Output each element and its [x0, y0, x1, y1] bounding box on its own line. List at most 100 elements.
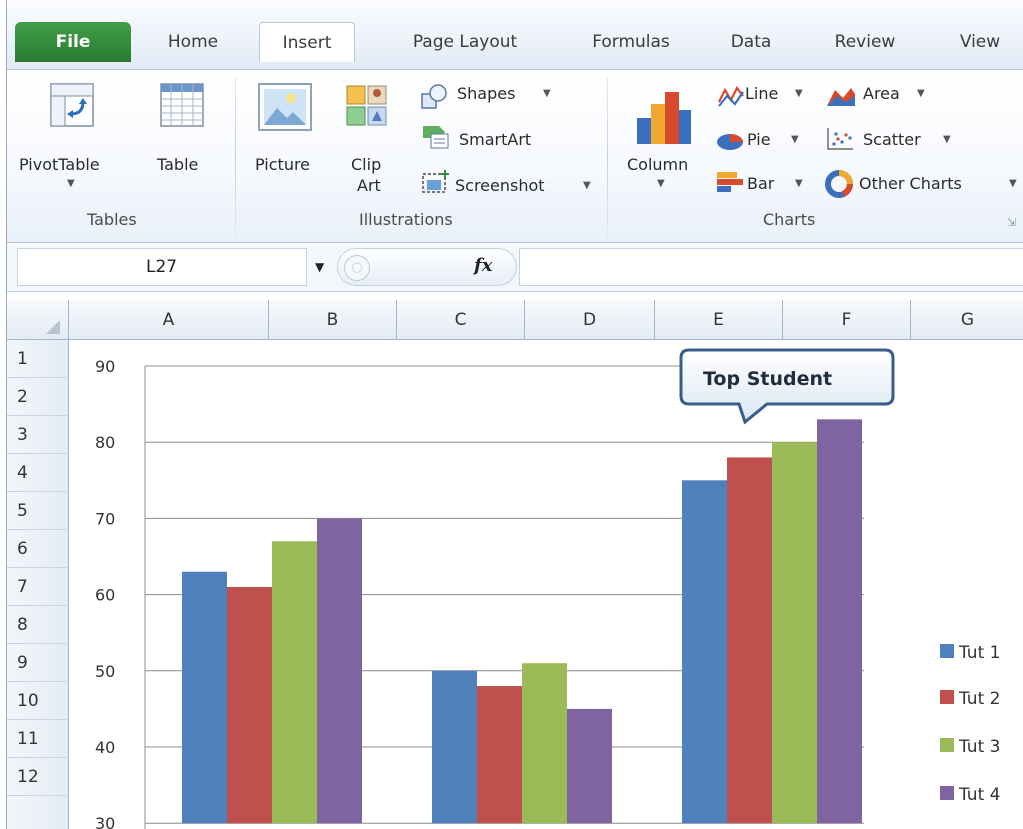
- column-header-g[interactable]: G: [911, 300, 1023, 340]
- smartart-label: SmartArt: [459, 130, 532, 149]
- other-charts-label: Other Charts: [859, 174, 962, 193]
- column-chart-label: Column: [627, 155, 689, 174]
- other-charts-icon: [825, 170, 853, 198]
- legend-swatch-tut-2: [940, 690, 954, 704]
- row-header-11[interactable]: 11: [7, 720, 69, 758]
- tab-formulas[interactable]: Formulas: [575, 22, 687, 62]
- row-header-8[interactable]: 8: [7, 606, 69, 644]
- pie-chart-icon: [717, 134, 743, 150]
- column-header-f[interactable]: F: [783, 300, 911, 340]
- column-chart-icon: [637, 92, 691, 144]
- y-tick-label: 40: [95, 738, 115, 757]
- bar-tut-3-group-3[interactable]: [772, 442, 817, 824]
- smartart-icon: [423, 126, 449, 149]
- clip-art-label-line2: Art: [357, 176, 381, 195]
- line-chart-icon: [718, 85, 744, 107]
- y-tick-label: 60: [95, 586, 115, 605]
- line-chart-label: Line: [745, 84, 779, 103]
- column-header-b[interactable]: B: [269, 300, 397, 340]
- bar-tut-2-group-2[interactable]: [477, 686, 522, 824]
- bar-chart-label: Bar: [747, 174, 775, 193]
- shapes-label: Shapes: [457, 84, 516, 103]
- row-header-5[interactable]: 5: [7, 492, 69, 530]
- legend-label-tut-3: Tut 3: [958, 737, 1000, 757]
- bar-tut-3-group-1[interactable]: [272, 541, 317, 824]
- column-headers: A B C D E F G: [7, 300, 1023, 340]
- bar-tut-1-group-2[interactable]: [432, 670, 477, 824]
- bar-tut-4-group-2[interactable]: [567, 708, 612, 824]
- pie-chart-label: Pie: [747, 130, 771, 149]
- pivottable-label: PivotTable: [19, 155, 100, 174]
- shapes-dropdown-icon: ▼: [543, 88, 551, 99]
- column-header-d[interactable]: D: [525, 300, 655, 340]
- select-all-button[interactable]: [7, 300, 69, 340]
- ribbon-tab-strip: File Home Insert Page Layout Formulas Da…: [7, 0, 1023, 70]
- row-header-2[interactable]: 2: [7, 378, 69, 416]
- tab-review[interactable]: Review: [817, 22, 913, 62]
- area-chart-icon: [827, 88, 855, 106]
- line-dropdown-icon: ▼: [795, 88, 803, 99]
- name-box[interactable]: L27: [17, 248, 307, 286]
- picture-icon: [258, 83, 312, 131]
- tab-insert[interactable]: Insert: [259, 22, 355, 62]
- legend-label-tut-4: Tut 4: [958, 785, 1000, 805]
- row-headers: 1 2 3 4 5 6 7 8 9 10 11 12: [7, 340, 69, 829]
- screenshot-label: Screenshot: [455, 176, 545, 195]
- formula-input[interactable]: [519, 248, 1023, 286]
- clip-art-icon: [346, 85, 387, 126]
- bar-tut-1-group-1[interactable]: [182, 571, 227, 824]
- tab-file[interactable]: File: [15, 22, 131, 62]
- shapes-icon: [421, 84, 447, 109]
- column-header-c[interactable]: C: [397, 300, 525, 340]
- insert-function-icon[interactable]: fx: [474, 255, 492, 276]
- area-dropdown-icon: ▼: [917, 88, 925, 99]
- table-icon: [160, 83, 204, 127]
- y-tick-label: 50: [95, 662, 115, 681]
- row-header-12[interactable]: 12: [7, 758, 69, 796]
- tab-home[interactable]: Home: [145, 22, 241, 62]
- bar-tut-4-group-3[interactable]: [817, 419, 862, 824]
- y-tick-label: 80: [95, 433, 115, 452]
- y-tick-label: 90: [95, 357, 115, 376]
- bar-tut-2-group-3[interactable]: [727, 457, 772, 824]
- row-header-9[interactable]: 9: [7, 644, 69, 682]
- tab-page-layout[interactable]: Page Layout: [393, 22, 537, 62]
- row-header-10[interactable]: 10: [7, 682, 69, 720]
- legend-swatch-tut-3: [940, 738, 954, 752]
- pivottable-icon: [50, 83, 94, 127]
- name-box-dropdown-icon[interactable]: ▼: [315, 260, 324, 274]
- row-header-7[interactable]: 7: [7, 568, 69, 606]
- embedded-column-chart[interactable]: 90 80 70 60 50 40 30 Top Student Tut 1 Tut 2 Tut 3…: [69, 340, 1023, 829]
- name-box-value: L27: [146, 257, 178, 277]
- area-chart-label: Area: [863, 84, 900, 103]
- screenshot-icon: [422, 170, 449, 193]
- pie-dropdown-icon: ▼: [791, 134, 799, 145]
- y-tick-label: 70: [95, 509, 115, 528]
- legend-swatch-tut-4: [940, 786, 954, 800]
- row-header-6[interactable]: 6: [7, 530, 69, 568]
- formula-bar: L27 ▼ ○ fx: [7, 244, 1023, 292]
- circle-icon: ○: [344, 255, 370, 281]
- bar-chart-icon: [717, 172, 743, 192]
- bar-tut-4-group-1[interactable]: [317, 518, 362, 824]
- callout-text: Top Student: [703, 368, 832, 390]
- bar-tut-1-group-3[interactable]: [682, 480, 727, 824]
- bar-tut-3-group-2[interactable]: [522, 663, 567, 824]
- screenshot-dropdown-icon: ▼: [583, 180, 591, 191]
- row-header-3[interactable]: 3: [7, 416, 69, 454]
- bar-tut-2-group-1[interactable]: [227, 586, 272, 824]
- charts-dialog-launcher-icon[interactable]: ⇲: [1007, 216, 1016, 229]
- row-header-1[interactable]: 1: [7, 340, 69, 378]
- row-header-4[interactable]: 4: [7, 454, 69, 492]
- illustrations-group-label: Illustrations: [359, 210, 453, 229]
- tab-view[interactable]: View: [945, 22, 1015, 62]
- clip-art-label-line1: Clip: [351, 155, 382, 174]
- column-header-e[interactable]: E: [655, 300, 783, 340]
- select-all-triangle-icon: [46, 320, 60, 334]
- table-label: Table: [157, 155, 199, 174]
- legend-label-tut-1: Tut 1: [958, 643, 1000, 663]
- tab-data[interactable]: Data: [713, 22, 789, 62]
- y-tick-label: 30: [95, 814, 115, 829]
- column-header-a[interactable]: A: [69, 300, 269, 340]
- excel-window: File Home Insert Page Layout Formulas Da…: [6, 0, 1023, 829]
